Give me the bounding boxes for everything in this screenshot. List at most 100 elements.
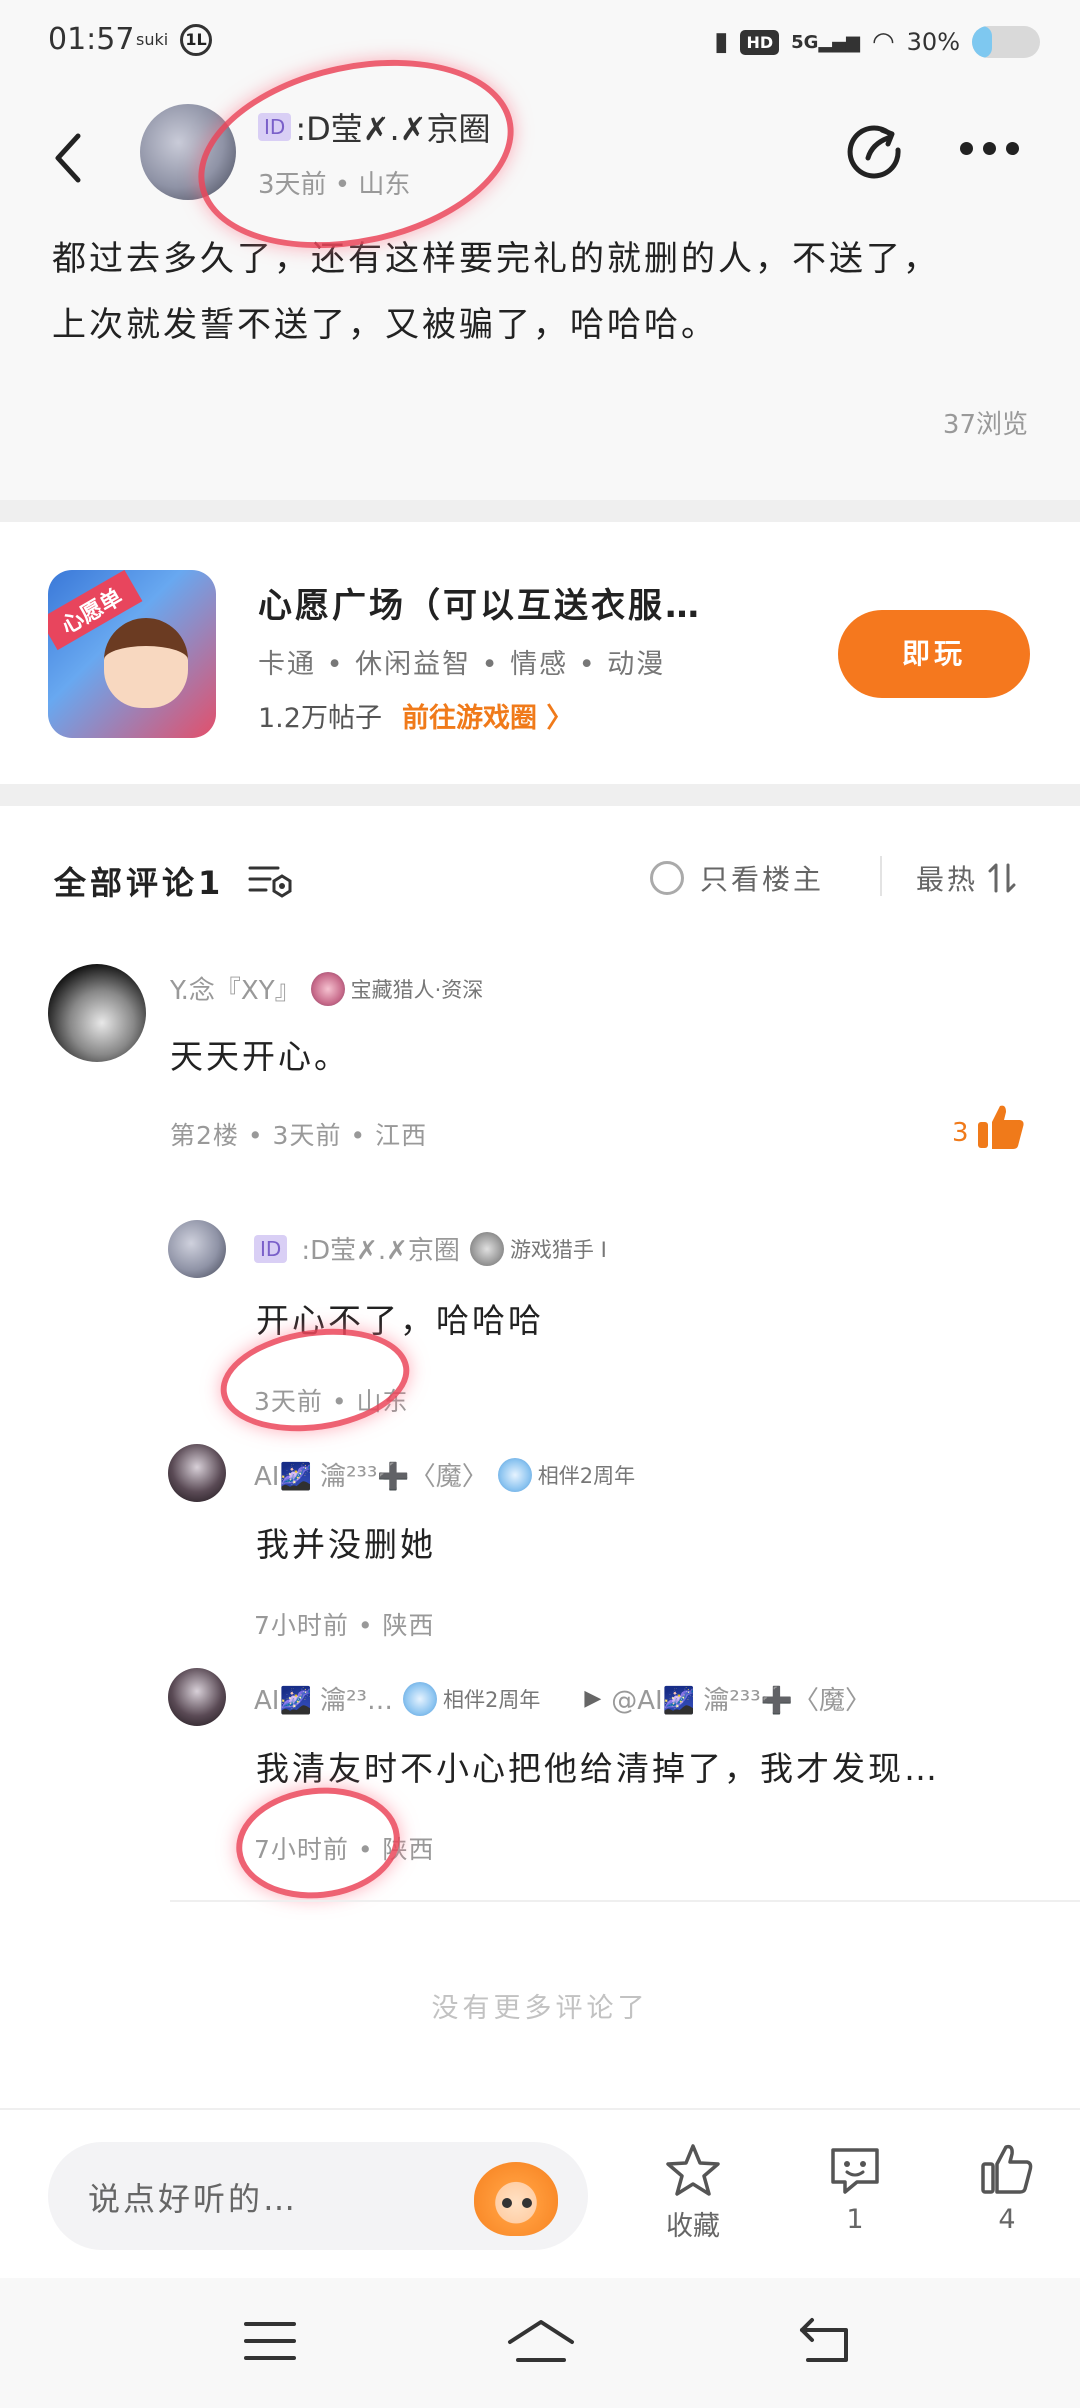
user-badge: 相伴2周年 [497, 1457, 636, 1492]
wifi-icon: ◠ [871, 27, 895, 57]
share-button[interactable] [846, 120, 906, 180]
game-character-image [104, 618, 188, 708]
game-hunter-badge-icon [469, 1231, 504, 1266]
author-name-row[interactable]: ID :D莹✗.✗京圈 [258, 104, 491, 150]
reply-to-name[interactable]: @AI🌌 瀹²³³➕〈魔〉 [611, 1680, 871, 1717]
anniversary-badge-icon [497, 1457, 532, 1492]
section-divider [0, 784, 1080, 806]
reply-divider [170, 1900, 1080, 1902]
user-badge: 游戏猎手 I [469, 1231, 607, 1266]
sort-label: 最热 [916, 863, 979, 896]
comment-button[interactable]: 1 [800, 2142, 910, 2235]
status-badge-icon: 1L [180, 24, 212, 56]
status-bar: 01:57 suki 1L ▮ HD 5G▂▄▆ ◠ 30% [0, 0, 1080, 90]
more-dot-icon [1006, 141, 1019, 155]
thumbs-up-icon [978, 1105, 1024, 1149]
reply-avatar[interactable] [168, 1220, 226, 1278]
reply-arrow-icon: ▶ [584, 1686, 602, 1711]
menu-nav-button[interactable] [240, 2316, 300, 2366]
reply-avatar[interactable] [168, 1444, 226, 1502]
id-tag: ID [254, 1234, 288, 1263]
status-time: 01:57 [48, 22, 135, 57]
post-meta: 3天前 • 山东 [258, 170, 411, 200]
user-badge: 相伴2周年 [402, 1681, 540, 1716]
more-dot-icon [960, 141, 973, 155]
user-badge-label: 宝藏猎人·资深 [350, 977, 484, 1002]
reply-author-name: AI🌌 瀹²³… [254, 1686, 393, 1716]
radio-icon [650, 861, 684, 895]
post-content: 都过去多久了，还有这样要完礼的就删的人，不送了， 上次就发誓不送了，又被骗了，哈… [52, 226, 1032, 358]
id-tag: ID [258, 113, 292, 141]
chevron-left-icon [55, 133, 81, 183]
comment-like-count: 3 [952, 1118, 969, 1148]
reply-text: 我并没删她 [256, 1525, 436, 1564]
commenter-avatar[interactable] [48, 964, 146, 1062]
reply-name-row[interactable]: AI🌌 瀹²³³➕〈魔〉 相伴2周年 [254, 1456, 635, 1493]
comment-like-button[interactable] [976, 1102, 1026, 1152]
more-button[interactable] [960, 128, 1030, 168]
back-button[interactable] [48, 128, 88, 188]
game-icon[interactable]: 心愿单 [48, 570, 216, 738]
reply-meta: 7小时前 • 陕西 [254, 1835, 435, 1864]
mascot-eye [522, 2198, 532, 2208]
reply-meta: 7小时前 • 陕西 [254, 1611, 435, 1640]
signal-icon: 5G▂▄▆ [791, 31, 860, 53]
comment-icon [831, 2148, 879, 2194]
sort-button[interactable]: 最热 [916, 858, 1018, 898]
game-stat-row: 1.2万帖子 前往游戏圈 〉 [258, 696, 573, 735]
treasure-hunter-badge-icon [310, 971, 345, 1006]
reply-text: 开心不了，哈哈哈 [256, 1301, 544, 1340]
section-divider [0, 500, 1080, 522]
commenter-name: Y.念『XY』 [170, 976, 301, 1006]
mascot-eye [502, 2198, 512, 2208]
no-more-comments: 没有更多评论了 [431, 1993, 649, 2024]
favorite-label: 收藏 [666, 2211, 720, 2242]
anniversary-badge-icon [402, 1681, 437, 1716]
reply-author-name: AI🌌 瀹²³³➕〈魔〉 [254, 1462, 488, 1492]
filter-icon[interactable] [248, 860, 294, 900]
like-button[interactable]: 4 [952, 2142, 1062, 2235]
reply-author-name: :D莹✗.✗京圈 [301, 1236, 460, 1266]
share-icon [847, 125, 901, 179]
user-badge-label: 游戏猎手 I [509, 1237, 607, 1262]
reply-meta: 3天前 • 山东 [254, 1387, 409, 1416]
battery-fill [972, 26, 993, 58]
battery-text: 30% [906, 28, 960, 56]
reply-name-row[interactable]: AI🌌 瀹²³… 相伴2周年 ▶ @AI🌌 瀹²³³➕〈魔〉 [254, 1680, 871, 1717]
more-dot-icon [983, 141, 996, 155]
home-nav-button[interactable] [506, 2316, 576, 2366]
back-nav-button[interactable] [796, 2316, 856, 2366]
comment-meta: 第2楼 • 3天前 • 江西 [170, 1121, 428, 1150]
reply-avatar[interactable] [168, 1668, 226, 1726]
post-content-line: 上次就发誓不送了，又被骗了，哈哈哈。 [52, 305, 718, 345]
comments-title: 全部评论1 [54, 864, 225, 902]
game-post-count: 1.2万帖子 [258, 703, 382, 734]
game-title[interactable]: 心愿广场（可以互送衣服… [258, 578, 702, 627]
hd-icon: HD [740, 29, 780, 55]
game-circle-link[interactable]: 前往游戏圈 〉 [402, 696, 573, 735]
commenter-name-row[interactable]: Y.念『XY』 宝藏猎人·资深 [170, 970, 483, 1007]
author-name: :D莹✗.✗京圈 [295, 110, 491, 148]
post-views: 37浏览 [942, 410, 1028, 440]
favorite-button[interactable]: 收藏 [638, 2142, 748, 2243]
battery-icon [972, 26, 1040, 58]
only-op-toggle[interactable]: 只看楼主 [650, 858, 824, 898]
user-badge: 宝藏猎人·资深 [310, 971, 484, 1006]
menu-icon [244, 2322, 296, 2360]
user-badge-label: 相伴2周年 [537, 1463, 636, 1488]
network-type-label: 5G [791, 31, 819, 53]
comment-text: 天天开心。 [170, 1037, 350, 1076]
reply-name-row[interactable]: ID :D莹✗.✗京圈 游戏猎手 I [254, 1230, 607, 1267]
mascot-icon[interactable] [474, 2162, 558, 2236]
status-icons: ▮ HD 5G▂▄▆ ◠ 30% [714, 20, 1040, 64]
play-button[interactable]: 即玩 [838, 610, 1030, 698]
reply-text: 我清友时不小心把他给清掉了，我才发现… [256, 1749, 940, 1788]
thumbs-up-icon [981, 2144, 1033, 2194]
author-avatar[interactable] [140, 104, 236, 200]
comment-input-placeholder: 说点好听的… [88, 2180, 299, 2218]
home-icon [508, 2320, 574, 2362]
like-count: 4 [998, 2204, 1016, 2235]
comment-count: 1 [846, 2204, 864, 2235]
star-icon [666, 2144, 720, 2196]
sort-icon [988, 863, 1016, 893]
